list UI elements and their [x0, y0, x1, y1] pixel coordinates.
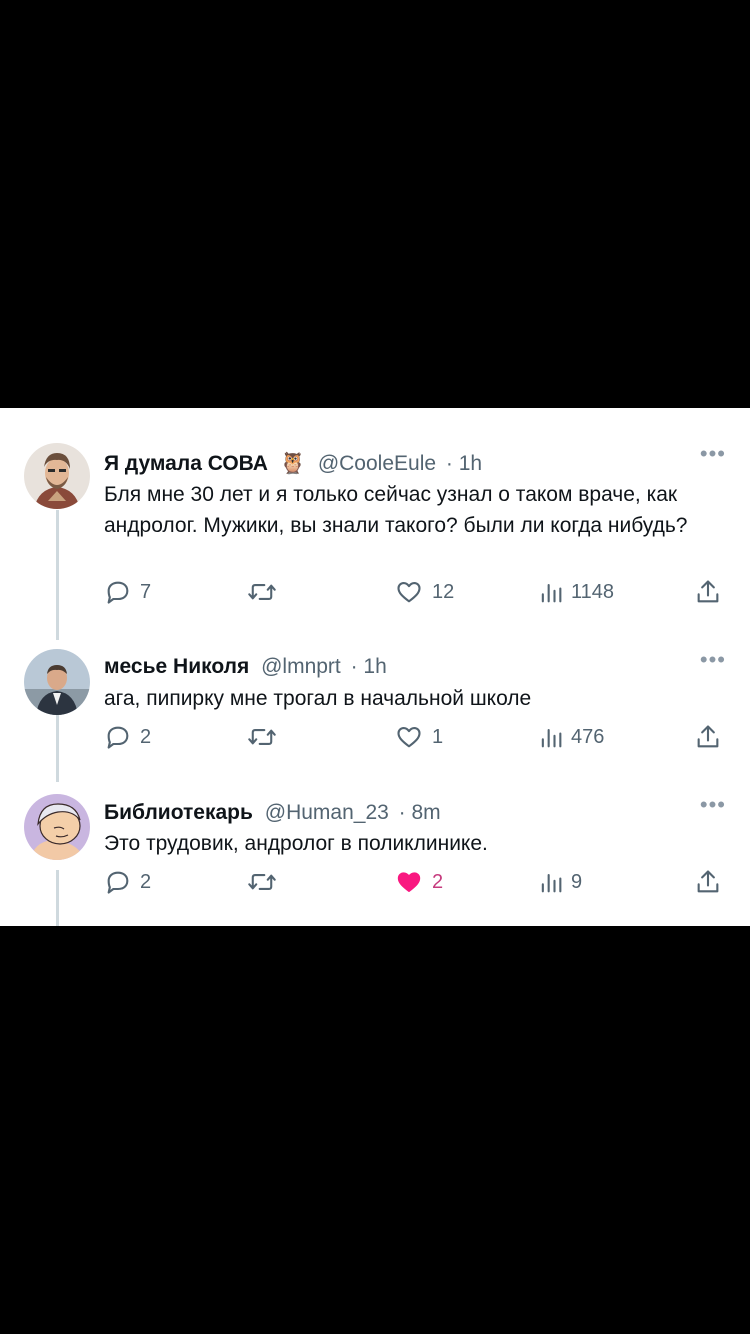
- action-bar: 2 1 476: [104, 723, 726, 753]
- user-handle[interactable]: @Human_23: [265, 801, 389, 824]
- thread-connector-line: [56, 510, 59, 640]
- like-button[interactable]: 2: [394, 868, 443, 896]
- more-dots-icon[interactable]: •••: [700, 794, 726, 816]
- heart-icon: [397, 726, 421, 748]
- share-button[interactable]: [694, 723, 722, 751]
- avatar[interactable]: [24, 443, 90, 509]
- reply-button[interactable]: 7: [104, 578, 151, 606]
- reply-button[interactable]: 2: [104, 723, 151, 751]
- share-upload-icon: [697, 870, 719, 893]
- like-count: 1: [432, 726, 444, 748]
- user-handle[interactable]: @lmnprt: [261, 655, 341, 678]
- views-bar-chart-icon: [541, 873, 562, 893]
- action-bar: 7 12 1148: [104, 578, 726, 608]
- tweet-text: Это трудовик, андролог в поликлинике.: [104, 832, 488, 855]
- views-count: 476: [571, 726, 605, 748]
- views-bar-chart-icon: [541, 583, 562, 603]
- like-button[interactable]: 12: [394, 578, 454, 606]
- share-upload-icon: [697, 580, 719, 603]
- timestamp[interactable]: · 1h: [446, 452, 482, 475]
- retweet-icon: [248, 584, 276, 600]
- tweet-text: Бля мне 30 лет и я только сейчас узнал о…: [104, 483, 688, 537]
- like-count: 2: [432, 871, 444, 893]
- heart-icon: [397, 581, 421, 603]
- thread-connector-line: [56, 714, 59, 782]
- views-count: 1148: [571, 581, 615, 603]
- display-name[interactable]: Я думала СОВА: [104, 452, 268, 475]
- display-name[interactable]: месье Николя: [104, 655, 249, 678]
- reply-count: 2: [140, 871, 152, 893]
- retweet-icon: [248, 729, 276, 745]
- views-button[interactable]: 1148: [539, 578, 614, 606]
- avatar[interactable]: [24, 794, 90, 860]
- thread-connector-line: [56, 870, 59, 926]
- more-dots-icon[interactable]: •••: [700, 443, 726, 465]
- owl-emoji: 🦉: [279, 452, 306, 475]
- share-upload-icon: [697, 725, 719, 748]
- user-handle[interactable]: @CooleEule: [318, 452, 436, 475]
- share-button[interactable]: [694, 578, 722, 606]
- reply-bubble-icon: [107, 726, 129, 749]
- heart-icon: [397, 872, 421, 893]
- views-button[interactable]: 476: [539, 723, 604, 751]
- timestamp[interactable]: · 1h: [351, 655, 387, 678]
- tweet-text: ага, пипирку мне трогал в начальной школ…: [104, 687, 532, 710]
- reply-button[interactable]: 2: [104, 868, 151, 896]
- tweet-header: Библиотекарь @Human_23 · 8m: [104, 800, 441, 826]
- reply-count: 7: [140, 581, 152, 603]
- reply-bubble-icon: [107, 871, 129, 894]
- more-dots-icon[interactable]: •••: [700, 649, 726, 671]
- avatar[interactable]: [24, 649, 90, 715]
- retweet-button[interactable]: [247, 723, 285, 751]
- retweet-icon: [248, 874, 276, 890]
- tweet-header: месье Николя @lmnprt · 1h: [104, 654, 387, 680]
- display-name[interactable]: Библиотекарь: [104, 801, 253, 824]
- tweet-thread-panel: Я думала СОВА 🦉 @CooleEule · 1h ••• Бля …: [0, 408, 750, 926]
- tweet-header: Я думала СОВА 🦉 @CooleEule · 1h: [104, 451, 482, 477]
- action-bar: 2 2 9: [104, 868, 726, 898]
- like-count: 12: [432, 581, 455, 603]
- reply-bubble-icon: [107, 581, 129, 604]
- retweet-button[interactable]: [247, 868, 285, 896]
- share-button[interactable]: [694, 868, 722, 896]
- timestamp[interactable]: · 8m: [399, 801, 441, 824]
- reply-count: 2: [140, 726, 152, 748]
- views-bar-chart-icon: [541, 728, 562, 748]
- views-button[interactable]: 9: [539, 868, 582, 896]
- retweet-button[interactable]: [247, 578, 285, 606]
- like-button[interactable]: 1: [394, 723, 443, 751]
- views-count: 9: [571, 871, 583, 893]
